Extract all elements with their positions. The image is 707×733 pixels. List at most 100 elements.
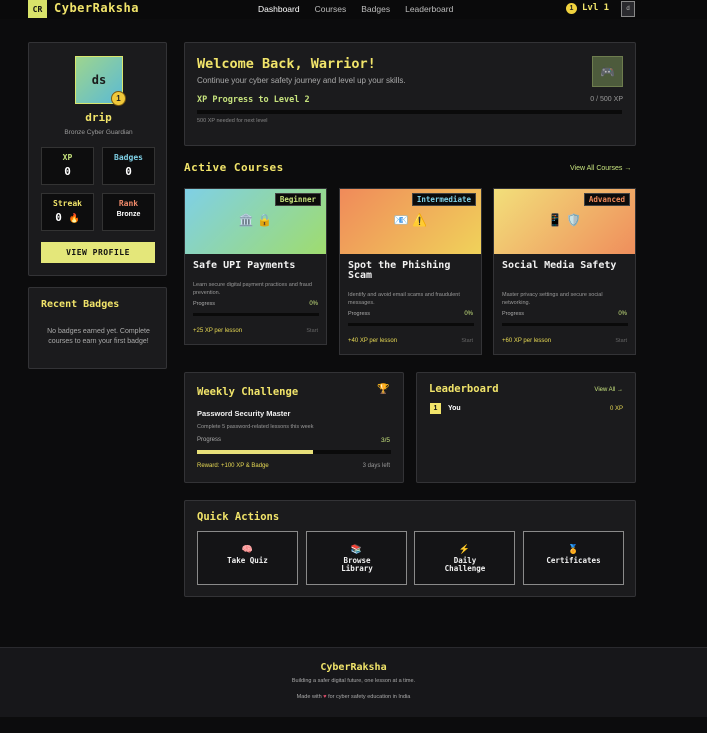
- footer-made-prefix: Made with: [296, 694, 322, 700]
- nav-link-badges[interactable]: Badges: [361, 4, 390, 14]
- browse-library-label: Browse Library: [341, 556, 373, 573]
- course-hero: Beginner 🏛️ 🔒: [185, 189, 326, 254]
- books-icon: 📚: [350, 544, 363, 554]
- xp-progress-count: 0 / 500 XP: [590, 96, 623, 103]
- footer-made-suffix: for cyber safety education in India: [328, 694, 411, 700]
- user-avatar-button[interactable]: d: [621, 1, 635, 17]
- course-reward: +60 XP per lesson: [502, 338, 552, 344]
- course-start-button[interactable]: Start: [461, 338, 473, 344]
- quick-actions-title: Quick Actions: [197, 511, 280, 523]
- heart-icon: ♥: [323, 694, 327, 700]
- stat-rank: Rank Bronze: [102, 193, 155, 231]
- course-desc: Learn secure digital payment practices a…: [193, 282, 312, 296]
- course-card[interactable]: Intermediate 📧 ⚠️ Spot the Phishing Scam Id…: [339, 188, 482, 355]
- welcome-title: Welcome Back, Warrior!: [197, 56, 376, 72]
- course-card[interactable]: Beginner 🏛️ 🔒 Safe UPI Payments Learn secur…: [184, 188, 327, 345]
- logo-badge[interactable]: CR: [28, 0, 47, 18]
- course-progress-value: 0%: [309, 301, 318, 307]
- stat-streak-label: Streak: [53, 199, 82, 208]
- leaderboard-user-xp: 0 XP: [609, 406, 623, 412]
- course-progress-bar: [348, 323, 474, 326]
- nav-links: Dashboard Courses Badges Leaderboard: [258, 4, 453, 14]
- recent-badges-empty-text: No badges earned yet. Complete courses t…: [47, 328, 150, 345]
- certificates-button[interactable]: 🏅 Certificates: [523, 531, 624, 585]
- course-title: Spot the Phishing Scam: [348, 260, 451, 281]
- weekly-reward: Reward: +100 XP & Badge: [197, 463, 269, 469]
- weekly-challenge-name: Password Security Master: [197, 409, 291, 418]
- logo-text[interactable]: CyberRaksha: [54, 1, 139, 15]
- xp-progress-label: XP Progress to Level 2: [197, 95, 310, 105]
- course-title: Safe UPI Payments: [193, 260, 296, 271]
- leaderboard-rank-badge: 1: [430, 403, 441, 414]
- view-profile-button[interactable]: VIEW PROFILE: [41, 242, 155, 263]
- view-all-courses-link[interactable]: View All Courses →: [570, 165, 631, 172]
- medal-icon: 🏅: [567, 544, 580, 554]
- nav-link-leaderboard[interactable]: Leaderboard: [405, 4, 453, 14]
- top-navbar: CR CyberRaksha Dashboard Courses Badges …: [0, 0, 707, 19]
- stat-xp-value: 0: [64, 165, 71, 178]
- stat-badges: Badges 0: [102, 147, 155, 185]
- course-progress-value: 0%: [464, 311, 473, 317]
- course-desc: Master privacy settings and secure socia…: [502, 292, 603, 306]
- course-level-tag: Intermediate: [411, 193, 476, 206]
- footer-tagline: Building a safer digital future, one les…: [291, 678, 416, 684]
- footer: CyberRaksha Building a safer digital fut…: [0, 647, 707, 717]
- weekly-progress-bar: [197, 450, 391, 454]
- course-hero: Intermediate 📧 ⚠️: [340, 189, 481, 254]
- course-desc: Identify and avoid email scams and fraud…: [348, 292, 460, 306]
- footer-brand: CyberRaksha: [320, 662, 387, 673]
- lightning-icon: ⚡: [458, 544, 471, 554]
- leaderboard-title: Leaderboard: [429, 383, 499, 395]
- course-icons: 📧 ⚠️: [393, 213, 428, 227]
- weekly-time-left: 3 days left: [362, 463, 390, 469]
- nav-link-dashboard[interactable]: Dashboard: [258, 4, 300, 14]
- fire-icon: 🔥: [68, 214, 80, 224]
- stat-xp: XP 0: [41, 147, 94, 185]
- stat-rank-value: Bronze: [116, 211, 141, 218]
- nav-link-courses[interactable]: Courses: [315, 4, 347, 14]
- profile-username: drip: [85, 111, 112, 124]
- daily-challenge-label: Daily Challenge: [444, 556, 486, 573]
- browse-library-button[interactable]: 📚 Browse Library: [306, 531, 407, 585]
- take-quiz-label: Take Quiz: [227, 556, 268, 565]
- weekly-challenge-desc: Complete 5 password-related lessons this…: [197, 424, 314, 430]
- stat-rank-label: Rank: [118, 199, 139, 208]
- course-start-button[interactable]: Start: [306, 328, 318, 334]
- leaderboard-view-all-link[interactable]: View All →: [594, 387, 623, 393]
- course-progress-bar: [193, 313, 319, 316]
- course-progress-label: Progress: [502, 311, 525, 317]
- stat-badges-value: 0: [125, 165, 132, 178]
- welcome-subtitle: Continue your cyber safety journey and l…: [197, 76, 406, 85]
- stat-badges-label: Badges: [114, 153, 143, 162]
- recent-badges-card: Recent Badges No badges earned yet. Comp…: [28, 287, 167, 369]
- course-progress-label: Progress: [348, 311, 371, 317]
- course-icons: 📱 🛡️: [547, 213, 582, 227]
- footer-made-with: Made with ♥ for cyber safety education i…: [0, 694, 707, 700]
- leaderboard-card: Leaderboard View All → 1 You 0 XP: [416, 372, 636, 483]
- weekly-challenge-card: Weekly Challenge 🏆 Password Security Mas…: [184, 372, 404, 483]
- course-progress-bar: [502, 323, 628, 326]
- take-quiz-button[interactable]: 🧠 Take Quiz: [197, 531, 298, 585]
- course-card[interactable]: Advanced 📱 🛡️ Social Media Safety Master pr…: [493, 188, 636, 355]
- stat-streak: Streak 0 🔥: [41, 193, 94, 231]
- quick-actions-card: Quick Actions 🧠 Take Quiz 📚 Browse Libra…: [184, 500, 636, 597]
- course-reward: +40 XP per lesson: [348, 338, 398, 344]
- level-coin-icon: 1: [566, 3, 577, 14]
- course-level-tag: Beginner: [274, 193, 321, 206]
- weekly-progress-fill: [197, 450, 314, 454]
- active-courses-title: Active Courses: [184, 161, 284, 174]
- stat-streak-value-row: 0 🔥: [42, 211, 93, 224]
- stat-xp-label: XP: [62, 153, 73, 162]
- brain-icon: 🧠: [241, 544, 254, 554]
- trophy-icon: 🏆: [377, 384, 390, 395]
- weekly-progress-label: Progress: [197, 437, 222, 443]
- profile-card: ds 1 drip Bronze Cyber Guardian XP 0 Bad…: [28, 42, 167, 276]
- course-progress-value: 0%: [618, 311, 627, 317]
- certificates-label: Certificates: [546, 556, 601, 565]
- profile-rank-title: Bronze Cyber Guardian: [64, 129, 133, 136]
- daily-challenge-button[interactable]: ⚡ Daily Challenge: [414, 531, 515, 585]
- course-level-tag: Advanced: [583, 193, 630, 206]
- weekly-challenge-title: Weekly Challenge: [197, 386, 299, 398]
- course-start-button[interactable]: Start: [615, 338, 627, 344]
- course-hero: Advanced 📱 🛡️: [494, 189, 635, 254]
